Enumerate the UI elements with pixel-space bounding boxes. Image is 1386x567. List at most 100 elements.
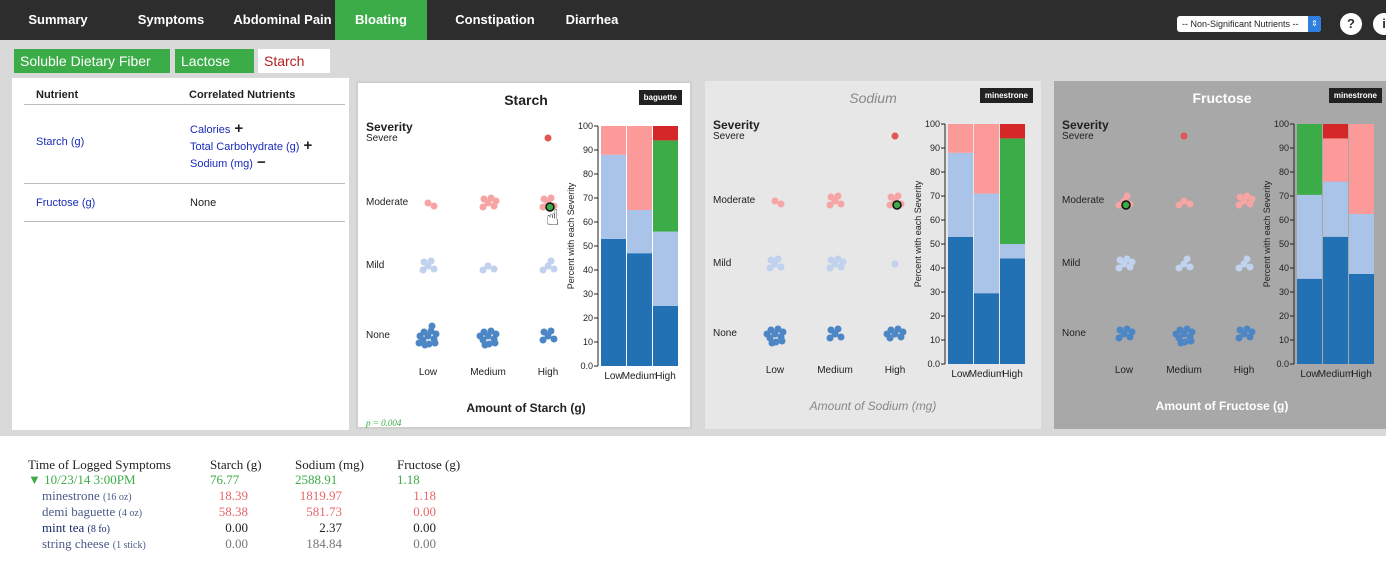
severity-dot [837,333,845,341]
severity-dot [1172,330,1180,338]
y-tick-label: 10 [1279,335,1289,345]
tab-bloating[interactable]: Bloating [335,0,427,40]
nutrient-tab-starch[interactable]: Starch (g) [258,49,330,93]
severity-dot [492,197,500,205]
severity-dot [1246,263,1254,271]
food-name[interactable]: string cheese (1 stick) [42,537,146,553]
bar-category-label: Medium [969,369,1005,380]
severity-level-label: Severe [366,133,398,144]
severity-dot [774,255,782,263]
bar-segment [1323,124,1348,139]
severity-dot [424,199,432,207]
nutrient-tab-lactose[interactable]: Lactose (g) [175,49,254,93]
food-value: 18.39 [218,488,248,503]
starch-panel[interactable]: ☝ Low Medium High 0.0 10 20 30 40 50 60 70 80 90 100 Pe… [356,81,692,429]
severity-level-label: Moderate [713,195,756,206]
severity-dot [421,341,429,349]
log-entry-toggle[interactable]: ▼ 10/23/14 3:00PM [28,473,136,487]
log-header-starch: Starch (g) [210,457,262,472]
severity-dot [420,258,428,266]
y-tick-label: 60 [1279,215,1289,225]
tab-diarrhea[interactable]: Diarrhea [553,0,631,40]
panel-chart: ☝Low MediumHigh0.0102030405060708090100Pe… [415,121,678,382]
non-significant-nutrients-select[interactable]: -- Non-Significant Nutrients -- ⇕ [1177,16,1321,32]
food-badge[interactable]: minestrone [979,88,1033,103]
y-tick-label: 90 [1279,143,1289,153]
severity-dot [481,341,489,349]
y-tick-label: 90 [930,143,940,153]
top-navigation: Summary Symptoms Abdominal Pain Bloating… [0,0,1386,40]
severity-dot [480,195,488,203]
nutrient-link-fructose[interactable]: Fructose (g) [36,197,95,209]
y-axis-label: Percent with each Severity [566,182,576,289]
y-tick-label: 30 [930,287,940,297]
severity-dot [827,193,835,201]
tab-symptoms[interactable]: Symptoms [112,0,230,40]
bar-category-label: Low [1300,369,1319,380]
y-tick-label: 40 [930,263,940,273]
sodium-panel[interactable]: Low Medium High 0.0 10 20 30 40 50 60 70 80 90 100 Per… [705,81,1041,429]
correlation-table: Nutrient Correlated Nutrients Starch (g)… [12,78,349,430]
food-label: minestrone [42,488,104,503]
nutrient-link-starch[interactable]: Starch (g) [36,136,84,148]
severity-dot [431,339,439,347]
bar-segment [627,126,652,210]
log-total-sodium: 2588.91 [295,472,338,487]
amount-label: Medium [817,365,853,376]
correlated-label: Calories [190,124,231,136]
severity-dot [547,327,555,335]
negative-icon: − [256,154,266,171]
y-tick-label: 30 [583,289,593,299]
severity-dot [490,265,498,273]
food-name[interactable]: minestrone (16 oz) [42,489,132,505]
bar-category-label: Medium [1318,369,1354,380]
divider [24,183,345,184]
x-axis-title: Amount of Sodium (mg) [809,399,937,413]
severity-label: Severity [713,118,760,132]
x-axis-title: Amount of Fructose (g) [1155,399,1289,413]
food-name[interactable]: demi baguette (4 oz) [42,505,142,521]
food-badge[interactable]: baguette [638,90,682,105]
food-name[interactable]: mint tea (8 fo) [42,521,110,537]
severity-level-label: None [713,328,737,339]
amount-label: Low [765,365,785,376]
severity-dot [1123,192,1131,200]
bar-segment [1000,124,1025,139]
bar-segment [653,306,678,366]
tab-abdominal-pain[interactable]: Abdominal Pain [230,0,335,40]
tab-summary[interactable]: Summary [12,0,104,40]
y-tick-label: 0.0 [1276,359,1289,369]
y-tick-label: 40 [1279,263,1289,273]
select-arrows-icon: ⇕ [1308,16,1321,32]
severity-level-label: Mild [366,260,385,271]
bar-segment [601,154,626,239]
severity-dot [550,335,558,343]
log-header-fructose: Fructose (g) [397,457,461,472]
bar-segment [948,236,973,364]
food-badge[interactable]: minestrone [1328,88,1382,103]
bar-segment [653,126,678,141]
fructose-panel[interactable]: Low Medium High 0.0 10 20 30 40 50 60 70 80 90 100 Per… [1054,81,1386,429]
help-button[interactable]: ? [1340,13,1362,35]
nutrient-header: Nutrient [36,89,79,101]
severity-dot [839,258,847,266]
severity-dot [1235,201,1243,209]
severity-dot [492,330,500,338]
severity-dot [550,265,558,273]
correlated-calories[interactable]: Calories + [190,120,243,137]
log-header-sodium: Sodium (mg) [295,457,364,472]
severity-dot [430,265,438,273]
correlated-total-carbohydrate[interactable]: Total Carbohydrate (g) + [190,137,312,154]
highlighted-dot [1121,200,1131,210]
severity-dot [428,322,436,330]
tab-constipation[interactable]: Constipation [440,0,550,40]
info-button[interactable]: i [1373,13,1386,35]
severity-dot [766,264,774,272]
bar-category-label: High [1351,369,1372,380]
bar-segment [1349,124,1374,214]
severity-dot [834,192,842,200]
nutrient-tab-soluble-fiber[interactable]: Soluble Dietary Fiber (g) [14,49,170,93]
correlated-sodium[interactable]: Sodium (mg) − [190,154,266,171]
y-tick-label: 10 [930,335,940,345]
amount-label: Medium [1166,365,1202,376]
